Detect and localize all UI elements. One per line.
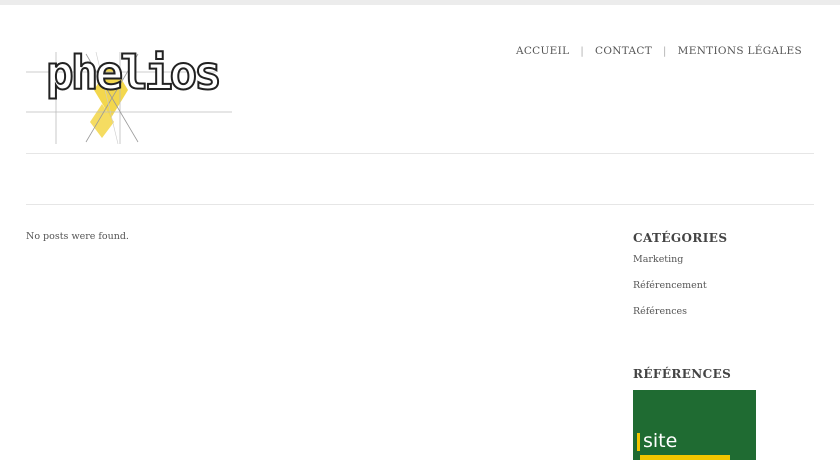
nav-item-contact[interactable]: CONTACT xyxy=(595,45,652,57)
nav-separator: | xyxy=(580,45,585,57)
header-divider xyxy=(26,153,814,154)
top-border-bar xyxy=(0,0,840,5)
category-link-referencement[interactable]: Référencement xyxy=(633,279,823,305)
category-link-references[interactable]: Références xyxy=(633,305,823,331)
nav-separator: | xyxy=(663,45,667,57)
reference-image-label: site xyxy=(637,432,677,451)
references-title: RÉFÉRENCES xyxy=(633,367,732,381)
reference-image-text: site xyxy=(643,430,678,452)
logo-text: phelios xyxy=(45,46,223,100)
site-logo[interactable]: phelios xyxy=(26,46,232,145)
reference-image-bar xyxy=(637,432,640,451)
reference-image[interactable]: site xyxy=(633,390,756,460)
reference-image-yellow-band xyxy=(640,455,730,460)
main-navigation: ACCUEIL | CONTACT | MENTIONS LÉGALES xyxy=(516,45,802,57)
content-divider xyxy=(26,204,814,205)
nav-item-accueil[interactable]: ACCUEIL xyxy=(516,45,569,57)
sidebar: CATÉGORIES Marketing Référencement Référ… xyxy=(633,229,823,331)
no-posts-message: No posts were found. xyxy=(26,231,129,242)
categories-list: Marketing Référencement Références xyxy=(633,253,823,331)
categories-title: CATÉGORIES xyxy=(633,231,728,245)
category-link-marketing[interactable]: Marketing xyxy=(633,253,823,279)
nav-item-mentions-legales[interactable]: MENTIONS LÉGALES xyxy=(678,45,802,57)
